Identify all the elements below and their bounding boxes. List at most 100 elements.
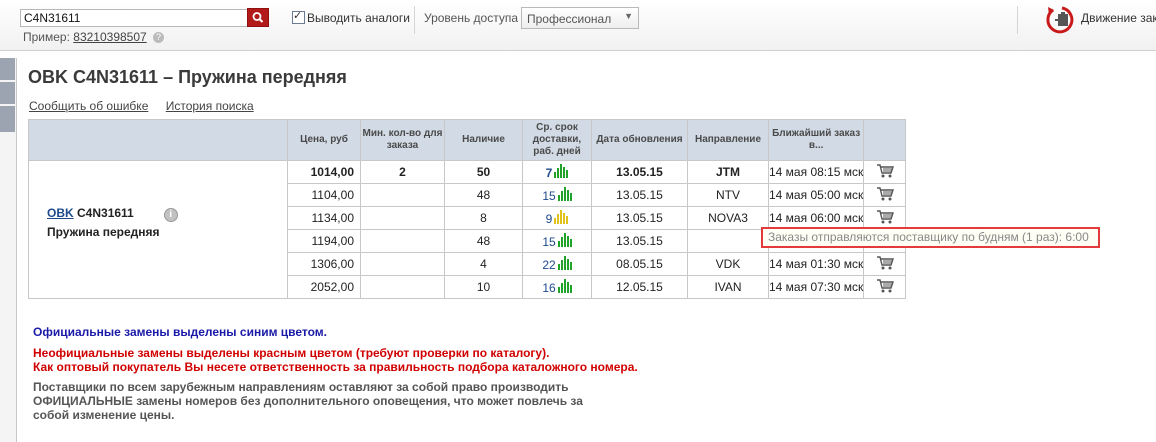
example-label: Пример: <box>23 30 70 44</box>
help-icon[interactable]: ? <box>153 32 165 44</box>
cell-stock: 4 <box>444 252 523 276</box>
cart-icon[interactable] <box>876 163 894 179</box>
info-icon[interactable]: i <box>163 207 178 222</box>
cell-updated: 13.05.15 <box>591 183 688 207</box>
cell-next-order: 14 мая 01:30 мск <box>767 252 865 276</box>
cell-cart <box>863 160 907 184</box>
offers-table: Цена, руб Мин. кол-во для заказа Наличие… <box>28 119 907 299</box>
cell-updated: 13.05.15 <box>591 206 688 230</box>
cell-min-qty: 2 <box>360 160 445 184</box>
cell-price: 1014,00 <box>287 160 361 184</box>
note-responsibility: Как оптовый покупатель Вы несете ответст… <box>33 360 638 374</box>
delivery-days: 9 <box>545 212 553 226</box>
side-panel <box>0 58 17 442</box>
access-level-label: Уровень доступа <box>424 11 519 25</box>
top-toolbar: Пример: 83210398507 ? Выводить аналоги У… <box>0 0 1156 51</box>
cell-updated: 12.05.15 <box>591 275 688 299</box>
analogs-checkbox[interactable] <box>292 9 305 24</box>
delivery-days: 15 <box>542 189 556 203</box>
cart-icon[interactable] <box>876 255 894 271</box>
report-error-link[interactable]: Сообщить об ошибке <box>29 99 148 113</box>
cell-updated: 13.05.15 <box>591 160 688 184</box>
cell-price: 2052,00 <box>287 275 361 299</box>
cell-stock: 8 <box>444 206 523 230</box>
search-input[interactable] <box>20 9 250 27</box>
cell-delivery: 7 <box>522 160 592 184</box>
cart-icon[interactable] <box>876 186 894 202</box>
cell-stock: 10 <box>444 275 523 299</box>
cell-price: 1306,00 <box>287 252 361 276</box>
col-updated: Дата обновления <box>591 119 688 161</box>
access-level-select[interactable]: Профессионал ▼ <box>521 7 639 29</box>
example-link[interactable]: 83210398507 <box>73 30 146 44</box>
search-icon <box>252 12 264 23</box>
cell-delivery: 22 <box>522 252 592 276</box>
action-links: Сообщить об ошибке История поиска <box>29 99 268 113</box>
cell-next-order: 14 мая 07:30 мск <box>767 275 865 299</box>
cell-stock: 50 <box>444 160 523 184</box>
delivery-days: 15 <box>542 235 556 249</box>
delivery-days: 16 <box>542 281 556 295</box>
cell-cart <box>863 183 907 207</box>
order-movement-label[interactable]: Движение зак <box>1081 11 1156 25</box>
note-official: Официальные замены выделены синим цветом… <box>33 325 327 339</box>
table-row: OBK C4N31611 i Пружина передняя 1014,00 2 50 7… <box>28 160 907 299</box>
analogs-label: Выводить аналоги <box>307 11 410 25</box>
rating-bars-icon <box>554 210 568 224</box>
col-min-qty: Мин. кол-во для заказа <box>360 119 445 161</box>
col-stock: Наличие <box>444 119 523 161</box>
rating-bars-icon <box>558 187 572 201</box>
rating-bars-icon <box>558 233 572 247</box>
rating-bars-icon <box>558 279 572 293</box>
chevron-down-icon: ▼ <box>624 11 633 21</box>
note-suppliers-2: ОФИЦИАЛЬНЫЕ замены номеров без дополните… <box>33 394 583 408</box>
col-direction: Направление <box>687 119 769 161</box>
cell-stock: 48 <box>444 183 523 207</box>
order-movement-icon[interactable] <box>1042 4 1076 43</box>
cell-min-qty <box>360 275 445 299</box>
note-suppliers-1: Поставщики по всем зарубежным направлени… <box>33 380 569 394</box>
side-tab[interactable] <box>0 82 15 105</box>
cell-next-order: 14 мая 05:00 мск <box>767 183 865 207</box>
rating-bars-icon <box>558 256 572 270</box>
cart-icon[interactable] <box>876 209 894 225</box>
note-suppliers-3: собой изменение цены. <box>33 408 175 422</box>
page-title: OBK C4N31611 – Пружина передняя <box>28 67 347 87</box>
divider <box>414 6 415 34</box>
cell-min-qty <box>360 252 445 276</box>
cell-direction: NOVA3 <box>687 206 769 230</box>
access-level-value: Профессионал <box>527 12 612 26</box>
cell-price: 1194,00 <box>287 229 361 253</box>
col-next-order: Ближайший заказ в... <box>767 119 865 161</box>
side-tab[interactable] <box>0 106 15 133</box>
brand-link[interactable]: OBK <box>47 206 74 220</box>
cell-cart <box>863 252 907 276</box>
cell-direction: IVAN <box>687 275 769 299</box>
rating-bars-icon <box>554 164 568 178</box>
cell-delivery: 9 <box>522 206 592 230</box>
cell-min-qty <box>360 229 445 253</box>
search-button[interactable] <box>247 8 269 27</box>
cell-delivery: 15 <box>522 229 592 253</box>
divider <box>1017 6 1018 34</box>
cell-delivery: 15 <box>522 183 592 207</box>
col-delivery: Ср. срок доставки, раб. дней <box>522 119 592 161</box>
analogs-toggle[interactable]: Выводить аналоги <box>292 9 410 25</box>
note-unofficial: Неофициальные замены выделены красным цв… <box>33 346 550 360</box>
notes: Официальные замены выделены синим цветом… <box>33 325 638 422</box>
cell-updated: 08.05.15 <box>591 252 688 276</box>
cell-stock: 48 <box>444 229 523 253</box>
side-tab[interactable] <box>0 58 15 81</box>
cell-delivery: 16 <box>522 275 592 299</box>
cell-direction: VDK <box>687 252 769 276</box>
col-cart <box>863 119 907 161</box>
schedule-tooltip: Заказы отправляются поставщику по будням… <box>761 227 1100 248</box>
search-example: Пример: 83210398507 ? <box>23 30 165 44</box>
col-price: Цена, руб <box>287 119 361 161</box>
cell-min-qty <box>360 206 445 230</box>
cell-min-qty <box>360 183 445 207</box>
cart-icon[interactable] <box>876 278 894 294</box>
search-history-link[interactable]: История поиска <box>166 99 254 113</box>
cell-cart <box>863 275 907 299</box>
cell-next-order: 14 мая 08:15 мск <box>767 160 865 184</box>
